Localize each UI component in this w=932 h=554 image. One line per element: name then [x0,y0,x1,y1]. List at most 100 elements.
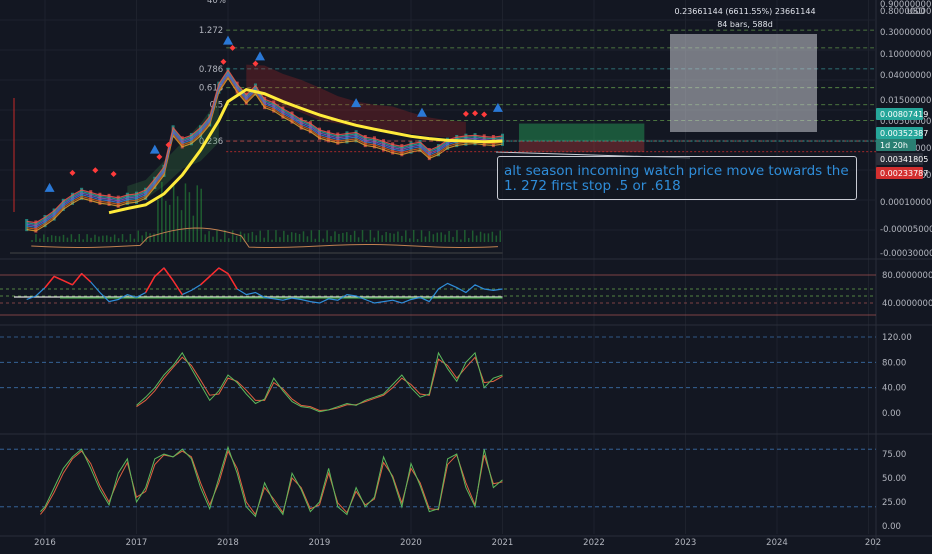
volume-bar [204,234,206,242]
volume-bar [353,230,356,242]
volume-bar [322,238,324,242]
currency-label: USD [907,7,926,17]
volume-bar [220,239,222,242]
rsi-overbought-segment [172,280,183,296]
volume-bar [338,233,340,242]
volume-bar [385,231,387,242]
rsi-overbought-segment [144,276,156,293]
price-axis[interactable]: 0.900000000.800000000.300000000.10000000… [876,0,932,532]
time-axis[interactable]: 2016 2017 2018 2019 2020 2021 2022 2023 2024 202 [34,538,881,548]
projection-box [518,123,645,142]
volume-bar [153,233,155,242]
price-tick-label: -0.00030000 [880,249,932,259]
volume-bar [58,236,61,242]
time-tick-label: 2022 [583,538,605,548]
volume-bar [106,235,108,242]
volume-bar [499,230,501,242]
volume-bar [377,230,380,242]
buy-signal-marker [255,51,266,61]
volume-bar [216,230,218,242]
osc2-tick-label: 75.00 [882,450,906,460]
volume-bar [259,230,261,242]
volume-bar [287,234,289,242]
rsi-tick-label: 40.00000000 [882,299,932,309]
volume-bar [495,235,498,242]
volume-bar [39,238,41,242]
price-tag-text: 0.00807419 [880,110,928,119]
time-tick-label: 2020 [400,538,422,548]
volume-bar [208,231,210,242]
volume-bar [479,231,482,242]
volume-bar [74,239,77,242]
rsi-pane[interactable] [0,267,876,316]
volume-bar [342,232,344,242]
volume-bar [31,240,33,242]
volume-bar [464,230,466,242]
volume-bar [401,235,403,242]
price-pane[interactable]: 1.2720.7860.6180.50.23640% [0,0,876,254]
volume-bar [196,185,199,242]
buy-signal-marker [149,144,160,154]
osc2-signal-line [40,449,503,516]
volume-bar [35,234,37,242]
volume-bar [294,232,297,242]
volume-bar [361,230,364,242]
volume-bar [424,236,427,242]
chart-canvas[interactable]: 1.2720.7860.6180.50.23640% 0.900000000.8… [0,0,932,550]
volume-bar [471,230,474,242]
volume-bar [228,238,230,242]
volume-bar [440,232,442,242]
buy-signal-marker [223,35,233,45]
time-tick-label: 2024 [766,538,788,548]
volume-bar [133,238,136,242]
sell-signal-marker [110,170,117,177]
measure-readout: 0.23661144 (6611.55%) 23661144 84 bars, … [650,5,840,31]
volume-bar [50,235,53,242]
sell-signal-marker [92,167,99,174]
volume-bar [145,231,147,242]
volume-bar [165,200,167,242]
volume-bar [231,230,234,242]
osc1-tick-label: 40.00 [882,384,906,394]
volume-bar [416,239,419,242]
buy-signal-marker [44,182,55,192]
volume-bar [314,238,317,242]
volume-bar [255,235,258,242]
time-tick-label: 2021 [492,538,514,548]
measure-line-1: 0.23661144 (6611.55%) 23661144 [674,7,816,16]
volume-bar [357,237,360,242]
annotation-callout[interactable]: alt season incoming watch price move tow… [497,156,857,200]
trading-chart[interactable]: 1.2720.7860.6180.50.23640% 0.900000000.8… [0,0,932,550]
sell-signal-marker [472,110,479,117]
volume-bar [460,239,462,242]
volume-bar [86,234,88,242]
volume-bar [349,234,352,242]
volume-bar [432,234,435,242]
volume-bar [420,230,423,242]
osc2-tick-label: 50.00 [882,474,906,484]
osc2-tick-label: 25.00 [882,498,906,508]
price-tag-text: 1d 20h [880,141,908,150]
rsi-overbought-segment [218,267,229,275]
price-tick-label: 0.10000000 [880,50,931,60]
volume-bar [141,235,143,242]
oscillator-pane-1[interactable] [0,336,876,413]
volume-bar [318,230,320,242]
volume-bar [298,234,301,242]
price-tick-label: 0.00010000 [880,198,931,208]
volume-bar [452,236,454,242]
rsi-overbought-segment [62,279,73,286]
volume-bar [436,232,439,242]
volume-bar [172,182,175,242]
volume-bar [397,231,399,242]
sell-signal-marker [69,169,76,176]
volume-bar [47,237,49,242]
volume-bar [408,238,411,242]
volume-bar [456,230,458,242]
volume-bar [109,236,112,242]
volume-bar [468,237,470,242]
volume-bar [200,188,202,242]
volume-bar [66,237,69,242]
oscillator-pane-2[interactable] [0,445,876,518]
volume-bar [448,230,450,242]
